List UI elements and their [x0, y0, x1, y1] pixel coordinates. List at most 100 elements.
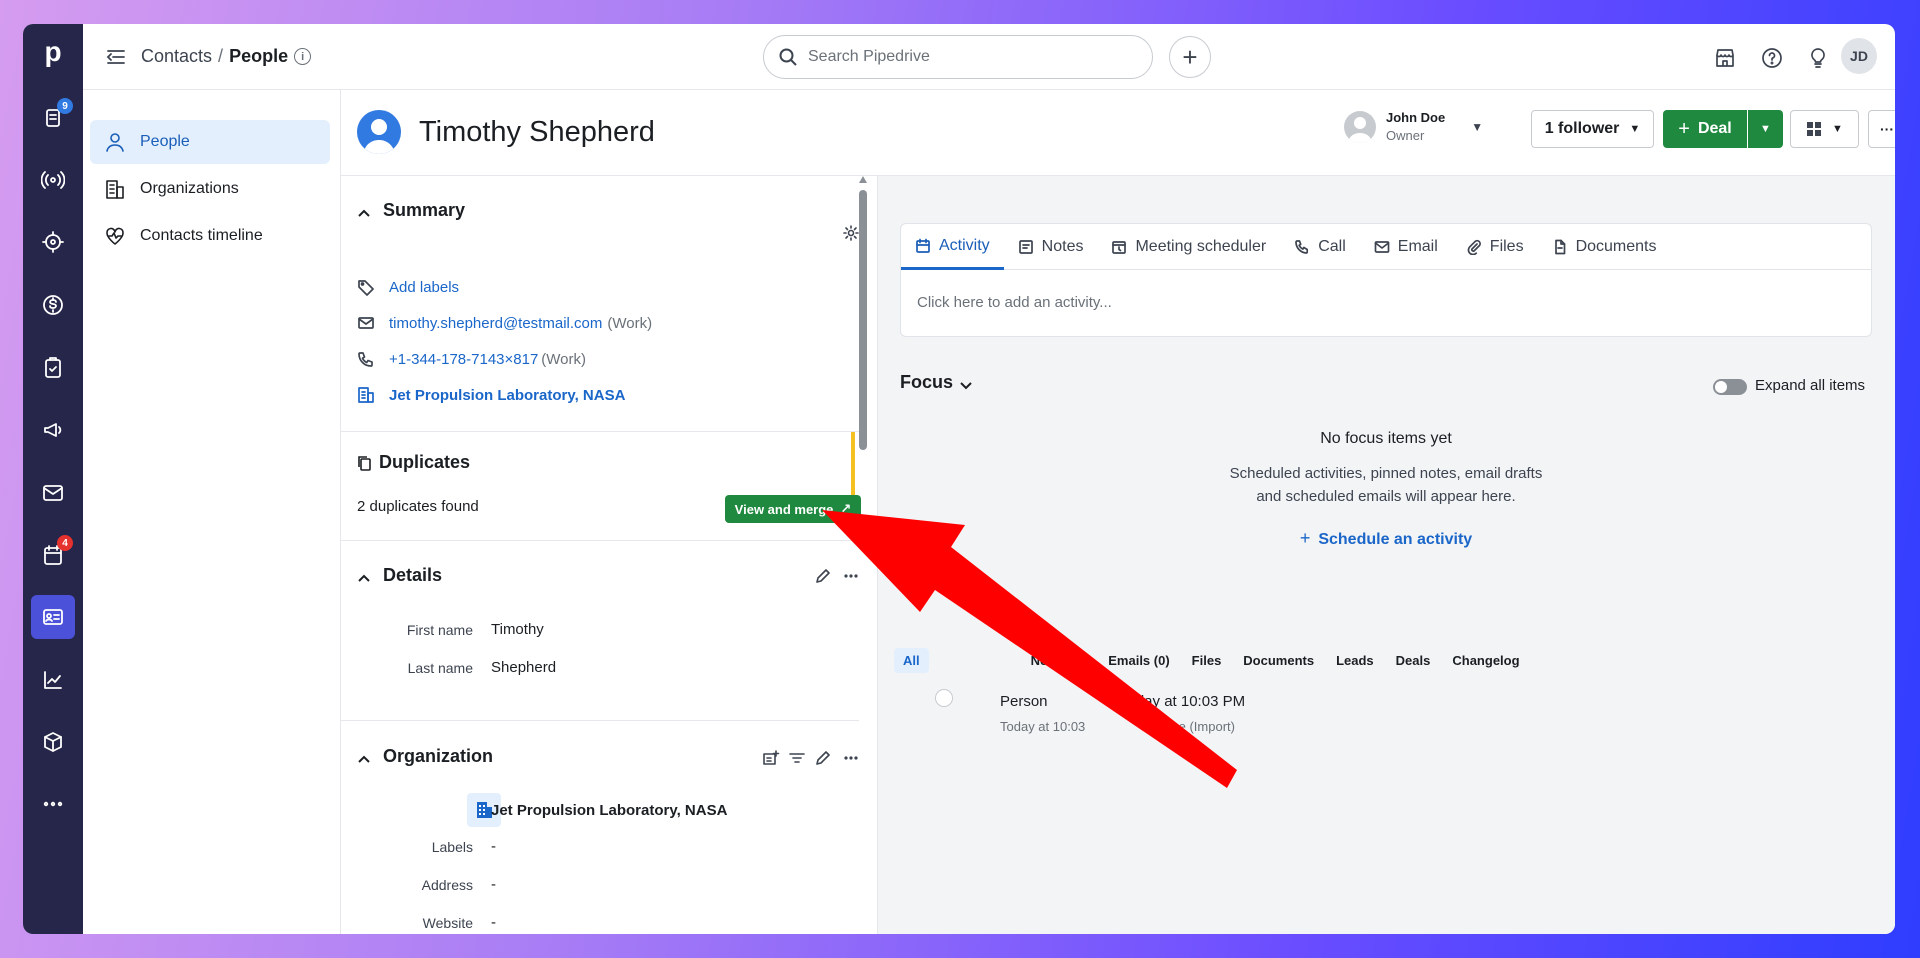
- filter-leads[interactable]: Leads: [1336, 653, 1374, 668]
- subnav-item-organizations[interactable]: Organizations: [90, 167, 330, 211]
- dollar-icon[interactable]: [31, 283, 75, 327]
- first-name-value[interactable]: Timothy: [491, 621, 544, 638]
- chevron-up-icon: [357, 204, 371, 218]
- tab-label: Activity: [939, 236, 990, 254]
- deal-dropdown-button[interactable]: ▼: [1748, 110, 1783, 148]
- tab-call[interactable]: Call: [1280, 224, 1360, 270]
- gear-icon[interactable]: [842, 224, 860, 242]
- more-icon[interactable]: [31, 782, 75, 826]
- add-labels-link[interactable]: Add labels: [389, 279, 459, 296]
- scroll-thumb[interactable]: [859, 190, 867, 450]
- phone-row: +1-344-178-7143×817 (Work): [357, 350, 586, 368]
- tab-notes[interactable]: Notes: [1004, 224, 1098, 270]
- last-name-value[interactable]: Shepherd: [491, 659, 556, 676]
- filter-changelog[interactable]: Changelog: [1452, 653, 1519, 668]
- summary-header[interactable]: Summary: [357, 200, 465, 221]
- calendar-clock-icon: [1112, 241, 1127, 254]
- focus-empty-line1: Scheduled activities, pinned notes, emai…: [1229, 465, 1543, 482]
- leads-icon[interactable]: [31, 158, 75, 202]
- filter-icon[interactable]: [788, 749, 806, 767]
- mail-icon[interactable]: [31, 471, 75, 515]
- section-title: Organization: [383, 746, 494, 766]
- add-labels-row[interactable]: Add labels: [357, 278, 459, 296]
- view-and-merge-button[interactable]: View and merge ↗: [725, 495, 861, 523]
- external-arrow-icon: ↗: [840, 501, 852, 516]
- website-value[interactable]: -: [491, 914, 496, 931]
- add-organization-icon[interactable]: [762, 749, 780, 767]
- pencil-icon[interactable]: [814, 749, 832, 767]
- calendar-badge: 4: [57, 535, 73, 551]
- caret-down-icon: ▼: [1471, 119, 1484, 134]
- target-icon[interactable]: [31, 220, 75, 264]
- activity-composer: Activity Notes Meeting scheduler Call Em…: [900, 223, 1872, 337]
- breadcrumb-contacts[interactable]: Contacts: [141, 46, 212, 67]
- more-horizontal-icon[interactable]: [842, 749, 860, 767]
- subnav-item-people[interactable]: People: [90, 120, 330, 164]
- tab-files[interactable]: Files: [1452, 224, 1538, 270]
- search-box[interactable]: [763, 35, 1153, 79]
- tab-documents[interactable]: Documents: [1538, 224, 1671, 270]
- person-icon: [106, 133, 124, 152]
- email-link[interactable]: timothy.shepherd@testmail.com: [389, 315, 602, 332]
- scroll-up-arrow[interactable]: [859, 176, 867, 183]
- more-actions-button[interactable]: ···: [1868, 110, 1895, 148]
- subnav-item-contacts-timeline[interactable]: Contacts timeline: [90, 214, 330, 258]
- organization-link[interactable]: Jet Propulsion Laboratory, NASA: [389, 387, 625, 404]
- organization-name-link[interactable]: Jet Propulsion Laboratory, NASA: [491, 802, 727, 819]
- focus-header[interactable]: Focus: [900, 372, 973, 393]
- details-header[interactable]: Details: [357, 565, 442, 586]
- tab-activity[interactable]: Activity: [901, 224, 1004, 270]
- organization-header[interactable]: Organization: [357, 746, 493, 767]
- merge-label: View and merge: [734, 501, 834, 517]
- quick-add-button[interactable]: +: [1169, 36, 1211, 78]
- campaigns-icon[interactable]: [31, 408, 75, 452]
- more-horizontal-icon[interactable]: [842, 567, 860, 585]
- search-input[interactable]: [808, 48, 1128, 66]
- address-value[interactable]: -: [491, 876, 496, 893]
- products-icon[interactable]: [31, 720, 75, 764]
- email-row: timothy.shepherd@testmail.com (Work): [357, 314, 652, 332]
- info-icon[interactable]: i: [294, 48, 312, 65]
- filter-documents[interactable]: Documents: [1243, 653, 1314, 668]
- tab-label: Files: [1489, 238, 1524, 255]
- section-divider: [341, 540, 859, 541]
- layout-toggle-button[interactable]: ▼: [1790, 110, 1859, 148]
- phone-link[interactable]: +1-344-178-7143×817: [389, 351, 538, 368]
- contacts-icon[interactable]: [31, 595, 75, 639]
- deals-icon[interactable]: 9: [31, 96, 75, 140]
- filter-all[interactable]: All: [894, 648, 929, 673]
- owner-avatar-icon: [1344, 110, 1376, 143]
- calendar-icon[interactable]: 4: [31, 533, 75, 577]
- breadcrumb-people: People: [229, 46, 289, 66]
- user-avatar[interactable]: JD: [1841, 38, 1877, 74]
- filter-deals[interactable]: Deals: [1396, 653, 1431, 668]
- collapse-menu-icon[interactable]: [105, 46, 127, 68]
- follower-button[interactable]: 1 follower ▼: [1531, 110, 1654, 148]
- pipedrive-logo[interactable]: p: [37, 36, 69, 68]
- history-item-title[interactable]: Person: [1000, 693, 1048, 710]
- lightbulb-icon[interactable]: [1806, 46, 1830, 70]
- tab-email[interactable]: Email: [1360, 224, 1452, 270]
- email-type: (Work): [607, 314, 653, 332]
- scrollbar[interactable]: [859, 176, 867, 934]
- schedule-activity-link[interactable]: + Schedule an activity: [900, 528, 1872, 549]
- pencil-icon[interactable]: [814, 567, 832, 585]
- expand-all-toggle[interactable]: [1713, 379, 1747, 395]
- labels-value[interactable]: -: [491, 838, 496, 855]
- first-name-label: First name: [406, 622, 473, 638]
- person-name[interactable]: Timothy Shepherd: [419, 116, 655, 149]
- filter-files[interactable]: Files: [1192, 653, 1222, 668]
- subnav-label: Contacts timeline: [140, 227, 263, 244]
- insights-icon[interactable]: [31, 658, 75, 702]
- deal-label: Deal: [1697, 120, 1732, 137]
- website-label: Website: [422, 915, 473, 931]
- filter-notes[interactable]: Notes (0): [1031, 653, 1087, 668]
- tab-meeting-scheduler[interactable]: Meeting scheduler: [1097, 224, 1280, 270]
- add-activity-placeholder[interactable]: Click here to add an activity...: [917, 294, 1112, 311]
- help-icon[interactable]: [1760, 46, 1784, 70]
- filter-emails[interactable]: Emails (0): [1108, 653, 1169, 668]
- add-deal-button[interactable]: + Deal: [1663, 110, 1747, 148]
- owner-selector[interactable]: John Doe Owner ▼: [1344, 110, 1483, 143]
- tasks-icon[interactable]: [31, 346, 75, 390]
- marketplace-icon[interactable]: [1713, 46, 1737, 70]
